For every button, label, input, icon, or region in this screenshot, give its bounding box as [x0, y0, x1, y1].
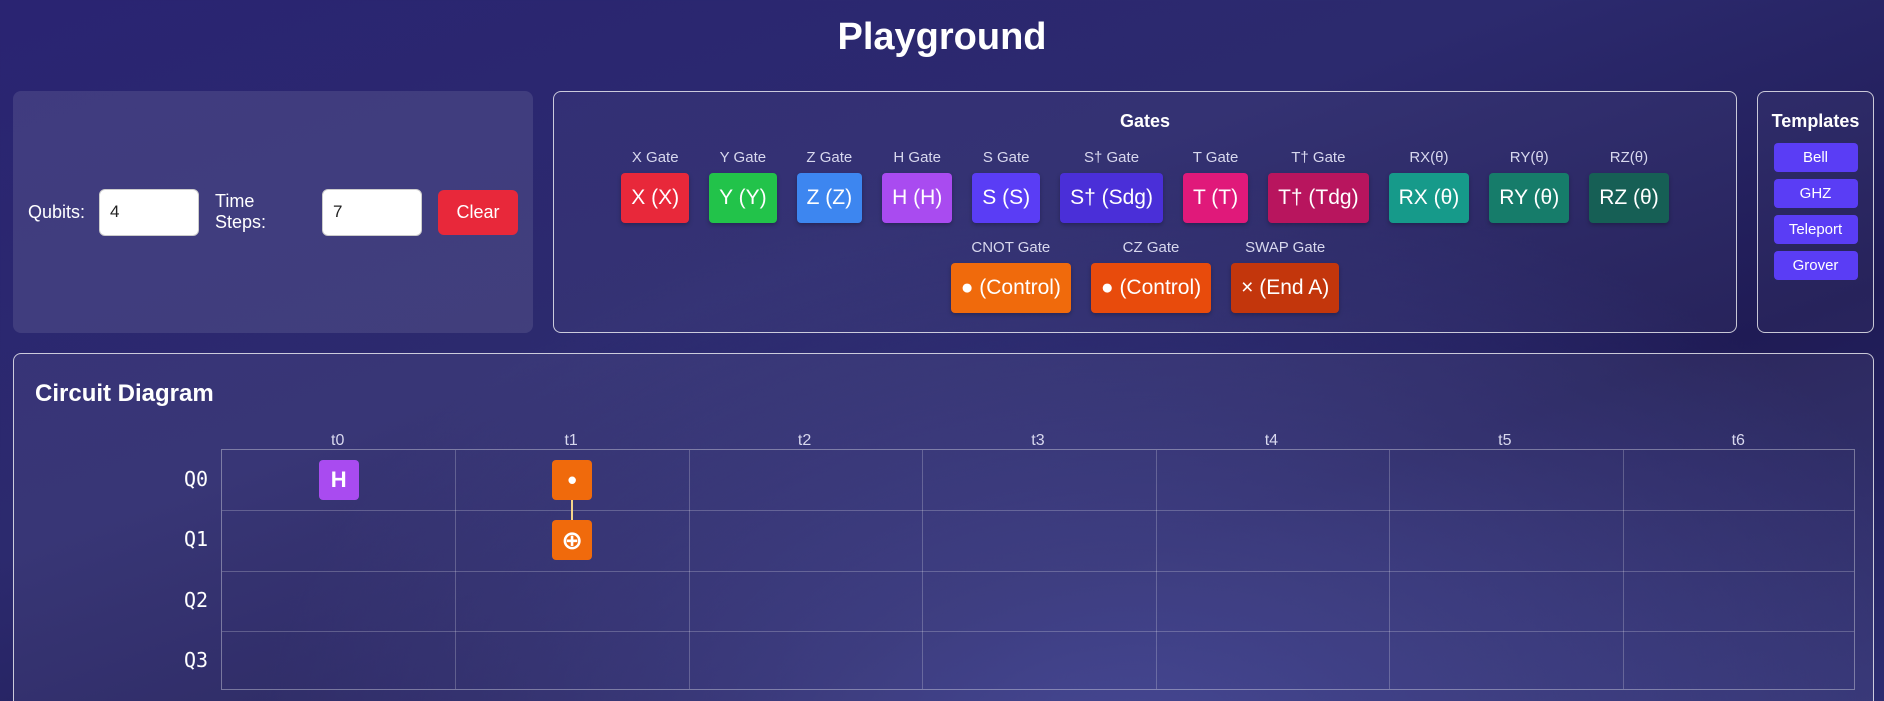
timesteps-label: Time Steps: — [215, 191, 267, 232]
qubits-label: Qubits: — [28, 201, 86, 222]
placed-gate[interactable]: H — [318, 460, 359, 501]
controls-panel: Qubits: Time Steps: Clear — [13, 91, 533, 333]
grid-column-divider — [1389, 450, 1391, 689]
gate-button[interactable]: T† (Tdg) — [1268, 173, 1369, 223]
gate-item: T Gate T (T) — [1182, 149, 1249, 223]
gate-name-label: S Gate — [982, 149, 1030, 166]
gate-name-label: Z Gate — [806, 149, 853, 166]
gate-name-label: RX(θ) — [1409, 149, 1449, 166]
gate-button[interactable]: H (H) — [882, 173, 953, 223]
gate-name-label: SWAP Gate — [1245, 239, 1326, 256]
gate-name-label: RZ(θ) — [1609, 149, 1649, 166]
grid-column-divider — [1622, 450, 1624, 689]
template-button[interactable]: Teleport — [1773, 215, 1858, 244]
gate-name-label: H Gate — [893, 149, 941, 166]
time-step-label: t6 — [1731, 432, 1745, 449]
clear-button[interactable]: Clear — [438, 189, 518, 235]
grid-column-divider — [922, 450, 924, 689]
gate-button[interactable]: Z (Z) — [796, 173, 863, 223]
gate-name-label: CNOT Gate — [971, 239, 1051, 256]
gate-item: S Gate S (S) — [972, 149, 1041, 223]
gate-item: X Gate X (X) — [621, 149, 690, 223]
gate-item: Z Gate Z (Z) — [796, 149, 863, 223]
time-step-label: t4 — [1264, 432, 1279, 449]
gate-item: CNOT Gate ● (Control) — [950, 239, 1071, 313]
gate-item: RZ(θ) RZ (θ) — [1589, 149, 1669, 223]
gate-button[interactable]: × (End A) — [1231, 263, 1340, 313]
gate-button[interactable]: Y (Y) — [709, 173, 777, 223]
template-button[interactable]: GHZ — [1773, 179, 1858, 208]
gate-button[interactable]: T (T) — [1182, 173, 1249, 223]
gate-button[interactable]: S† (Sdg) — [1060, 173, 1163, 223]
gate-name-label: T Gate — [1192, 149, 1239, 166]
time-step-labels: t0 t1 t2 t3 t4 t5 t6 — [221, 432, 1855, 450]
grid-row-divider — [222, 570, 1854, 572]
gate-row-single: X Gate X (X) Y Gate Y (Y) Z Gate Z (Z) H Gate H… — [554, 149, 1736, 223]
time-step-label: t1 — [564, 432, 578, 449]
gate-name-label: CZ Gate — [1122, 239, 1180, 256]
gates-title: Gates — [1119, 111, 1171, 131]
gate-button[interactable]: ● (Control) — [1090, 263, 1212, 313]
qubits-input[interactable] — [99, 188, 200, 236]
gate-button[interactable]: RZ (θ) — [1589, 173, 1669, 223]
gate-name-label: Y Gate — [719, 149, 767, 166]
gate-name-label: RY(θ) — [1509, 149, 1549, 166]
gate-row-multi: CNOT Gate ● (Control) CZ Gate ● (Control) SW… — [554, 239, 1736, 313]
templates-title: Templates — [1771, 111, 1860, 131]
cnot-control-gate[interactable]: • — [552, 460, 593, 501]
gate-button[interactable]: ● (Control) — [950, 263, 1071, 313]
grid-column-divider — [1155, 450, 1157, 689]
page-title: Playground — [837, 16, 1047, 58]
grid-column-divider — [688, 450, 690, 689]
grid-row-divider — [222, 630, 1854, 632]
time-step-label: t2 — [797, 432, 812, 449]
qubit-label: Q2 — [184, 587, 209, 612]
gate-item: CZ Gate ● (Control) — [1090, 239, 1212, 313]
template-button[interactable]: Bell — [1773, 143, 1858, 172]
gate-item: T† Gate T† (Tdg) — [1268, 149, 1369, 223]
qubit-label: Q0 — [184, 467, 209, 492]
gate-button[interactable]: X (X) — [621, 173, 690, 223]
circuit-grid[interactable]: H • ⊕ — [221, 449, 1855, 690]
gate-item: SWAP Gate × (End A) — [1231, 239, 1340, 313]
gate-item: RX(θ) RX (θ) — [1388, 149, 1470, 223]
gate-item: H Gate H (H) — [882, 149, 953, 223]
template-button[interactable]: Grover — [1773, 251, 1858, 280]
gate-name-label: T† Gate — [1291, 149, 1346, 166]
gate-button[interactable]: S (S) — [972, 173, 1041, 223]
gate-button[interactable]: RY (θ) — [1489, 173, 1570, 223]
gate-item: Y Gate Y (Y) — [709, 149, 777, 223]
grid-column-divider — [455, 450, 457, 689]
gates-panel: Gates X Gate X (X) Y Gate Y (Y) Z Gate Z (Z) H… — [553, 91, 1737, 333]
gate-button[interactable]: RX (θ) — [1388, 173, 1470, 223]
qubit-label: Q1 — [184, 527, 209, 552]
time-step-label: t0 — [331, 432, 345, 449]
cnot-target-gate[interactable]: ⊕ — [552, 520, 593, 561]
templates-list: Bell GHZ Teleport Grover — [1758, 143, 1873, 280]
gate-name-label: X Gate — [631, 149, 679, 166]
templates-panel: Templates Bell GHZ Teleport Grover — [1757, 91, 1874, 333]
qubit-label: Q3 — [184, 647, 209, 672]
gate-item: RY(θ) RY (θ) — [1489, 149, 1570, 223]
circuit-panel: Circuit Diagram t0 t1 t2 t3 t4 t5 t6 H • ⊕ Q0 Q1 Q… — [13, 353, 1874, 701]
grid-row-divider — [222, 510, 1854, 512]
time-step-label: t5 — [1498, 432, 1512, 449]
timesteps-input[interactable] — [322, 188, 423, 236]
circuit-title: Circuit Diagram — [35, 380, 214, 407]
time-step-label: t3 — [1031, 432, 1045, 449]
gate-item: S† Gate S† (Sdg) — [1060, 149, 1163, 223]
gate-name-label: S† Gate — [1084, 149, 1140, 166]
